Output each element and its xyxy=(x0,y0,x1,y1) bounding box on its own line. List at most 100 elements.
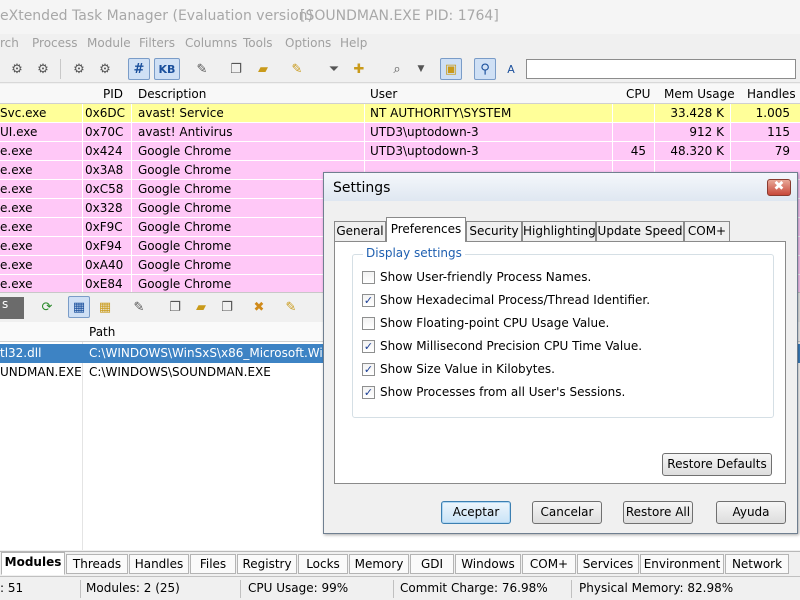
refresh-gear-icon[interactable]: ⚙ xyxy=(94,58,116,80)
column-divider xyxy=(654,104,655,123)
lower-pane-tab[interactable]: s xyxy=(0,297,24,319)
column-path[interactable]: Path xyxy=(89,325,115,339)
tab-locks[interactable]: Locks xyxy=(298,554,348,574)
gears-icon[interactable]: ⚙ xyxy=(32,58,54,80)
tab-files[interactable]: Files xyxy=(190,554,236,574)
option-label: Show Size Value in Kilobytes. xyxy=(380,362,555,376)
copy-icon[interactable]: ❐ xyxy=(225,58,247,80)
column-pid[interactable]: PID xyxy=(103,87,123,101)
column-cpu[interactable]: CPU xyxy=(626,87,650,101)
checkbox[interactable] xyxy=(362,317,375,330)
tab-environment[interactable]: Environment xyxy=(640,554,724,574)
tab-gdi[interactable]: GDI xyxy=(410,554,454,574)
lower-window-icon[interactable]: ❐ xyxy=(216,296,238,318)
cancel-button[interactable]: Cancelar xyxy=(532,501,602,524)
module-name: tl32.dll xyxy=(0,346,42,360)
menu-process[interactable]: Process xyxy=(32,36,78,50)
column-divider xyxy=(654,123,655,142)
grid-view-icon[interactable]: ▦ xyxy=(68,296,90,318)
help-button[interactable]: Ayuda xyxy=(716,501,786,524)
properties-icon[interactable]: ⚙ xyxy=(6,58,28,80)
unload-icon[interactable]: ✖ xyxy=(248,296,270,318)
column-divider xyxy=(131,237,132,256)
column-mem-usage[interactable]: Mem Usage xyxy=(664,87,735,101)
checkbox[interactable] xyxy=(362,271,375,284)
close-icon[interactable]: ✖ xyxy=(767,179,791,196)
menu-tools[interactable]: Tools xyxy=(243,36,273,50)
tab-windows[interactable]: Windows xyxy=(455,554,521,574)
process-row[interactable]: e.exe 0x424 Google Chrome UTD3\uptodown-3 45… xyxy=(0,142,800,161)
folder-icon[interactable]: ▰ xyxy=(252,58,274,80)
tab-preferences[interactable]: Preferences xyxy=(386,217,466,242)
checkbox[interactable]: ✓ xyxy=(362,386,375,399)
tab-network[interactable]: Network xyxy=(725,554,789,574)
modules-icon[interactable]: ▦ xyxy=(94,296,116,318)
column-divider xyxy=(82,218,83,237)
checkbox[interactable]: ✓ xyxy=(362,294,375,307)
menu-columns[interactable]: Columns xyxy=(185,36,237,50)
status-bar: : 51 Modules: 2 (25) CPU Usage: 99% Comm… xyxy=(0,576,800,600)
tab-threads[interactable]: Threads xyxy=(66,554,128,574)
tab-com-plus[interactable]: COM+ xyxy=(522,554,576,574)
menu-search[interactable]: rch xyxy=(0,36,19,50)
tab-com-plus-settings[interactable]: COM+ xyxy=(684,221,730,241)
lower-note-icon[interactable]: ✎ xyxy=(280,296,302,318)
process-mem-usage: 33.428 K xyxy=(670,106,724,120)
find-text-icon[interactable]: A xyxy=(500,58,522,80)
process-description: Google Chrome xyxy=(138,182,232,196)
restore-all-button[interactable]: Restore All xyxy=(623,501,693,524)
checkbox[interactable]: ✓ xyxy=(362,363,375,376)
column-divider xyxy=(131,180,132,199)
menu-filters[interactable]: Filters xyxy=(139,36,175,50)
tab-modules[interactable]: Modules xyxy=(1,552,65,575)
menu-bar: rch Process Module Filters Columns Tools… xyxy=(0,34,800,54)
hex-toggle-button[interactable]: # xyxy=(128,58,150,80)
highlight-icon[interactable]: ▣ xyxy=(440,58,462,80)
lower-folder-icon[interactable]: ▰ xyxy=(190,296,212,318)
menu-module[interactable]: Module xyxy=(87,36,131,50)
process-table-header: PID Description User CPU Mem Usage Handl… xyxy=(0,84,800,104)
lower-copy-icon[interactable]: ❐ xyxy=(164,296,186,318)
refresh-icon[interactable]: ⟳ xyxy=(36,296,58,318)
status-modules: Modules: 2 (25) xyxy=(86,581,180,595)
menu-options[interactable]: Options xyxy=(285,36,331,50)
column-user[interactable]: User xyxy=(370,87,397,101)
checkbox[interactable]: ✓ xyxy=(362,340,375,353)
tab-memory[interactable]: Memory xyxy=(349,554,409,574)
column-divider xyxy=(82,123,83,142)
tab-registry[interactable]: Registry xyxy=(237,554,297,574)
process-row[interactable]: Svc.exe 0x6DC avast! Service NT AUTHORITY\S… xyxy=(0,104,800,123)
column-description[interactable]: Description xyxy=(138,87,206,101)
find-icon[interactable]: ⌕ xyxy=(386,58,408,80)
add-filter-icon[interactable]: ✚ xyxy=(348,58,370,80)
binoculars-icon[interactable]: ⚲ xyxy=(474,58,496,80)
process-title: [SOUNDMAN.EXE PID: 1764] xyxy=(300,8,499,24)
note-icon[interactable]: ✎ xyxy=(286,58,308,80)
tab-services[interactable]: Services xyxy=(577,554,639,574)
tab-general[interactable]: General xyxy=(334,221,386,241)
search-input[interactable] xyxy=(526,59,796,79)
filter-icon[interactable]: ⏷ xyxy=(323,58,345,80)
column-divider xyxy=(131,161,132,180)
tab-security[interactable]: Security xyxy=(466,221,522,241)
dialog-title-bar[interactable]: Settings ✖ xyxy=(324,173,797,201)
tree-view-icon[interactable]: ⚙ xyxy=(68,58,90,80)
column-divider xyxy=(82,256,83,275)
kb-toggle-button[interactable]: KB xyxy=(154,58,180,80)
lower-edit-icon[interactable]: ✎ xyxy=(128,296,150,318)
menu-help[interactable]: Help xyxy=(340,36,367,50)
process-description: avast! Service xyxy=(138,106,224,120)
process-name: e.exe xyxy=(0,201,33,215)
tab-highlighting[interactable]: Highlighting xyxy=(522,221,596,241)
process-row[interactable]: UI.exe 0x70C avast! Antivirus UTD3\uptodown… xyxy=(0,123,800,142)
accept-button[interactable]: Aceptar xyxy=(441,501,511,524)
restore-defaults-button[interactable]: Restore Defaults xyxy=(662,453,772,476)
tab-handles[interactable]: Handles xyxy=(129,554,189,574)
process-description: Google Chrome xyxy=(138,239,232,253)
column-handles[interactable]: Handles xyxy=(747,87,796,101)
chevron-down-icon[interactable]: ▼ xyxy=(410,58,432,80)
process-name: e.exe xyxy=(0,144,33,158)
edit-icon[interactable]: ✎ xyxy=(191,58,213,80)
tab-update-speed[interactable]: Update Speed xyxy=(596,221,684,241)
process-user: NT AUTHORITY\SYSTEM xyxy=(370,106,512,120)
